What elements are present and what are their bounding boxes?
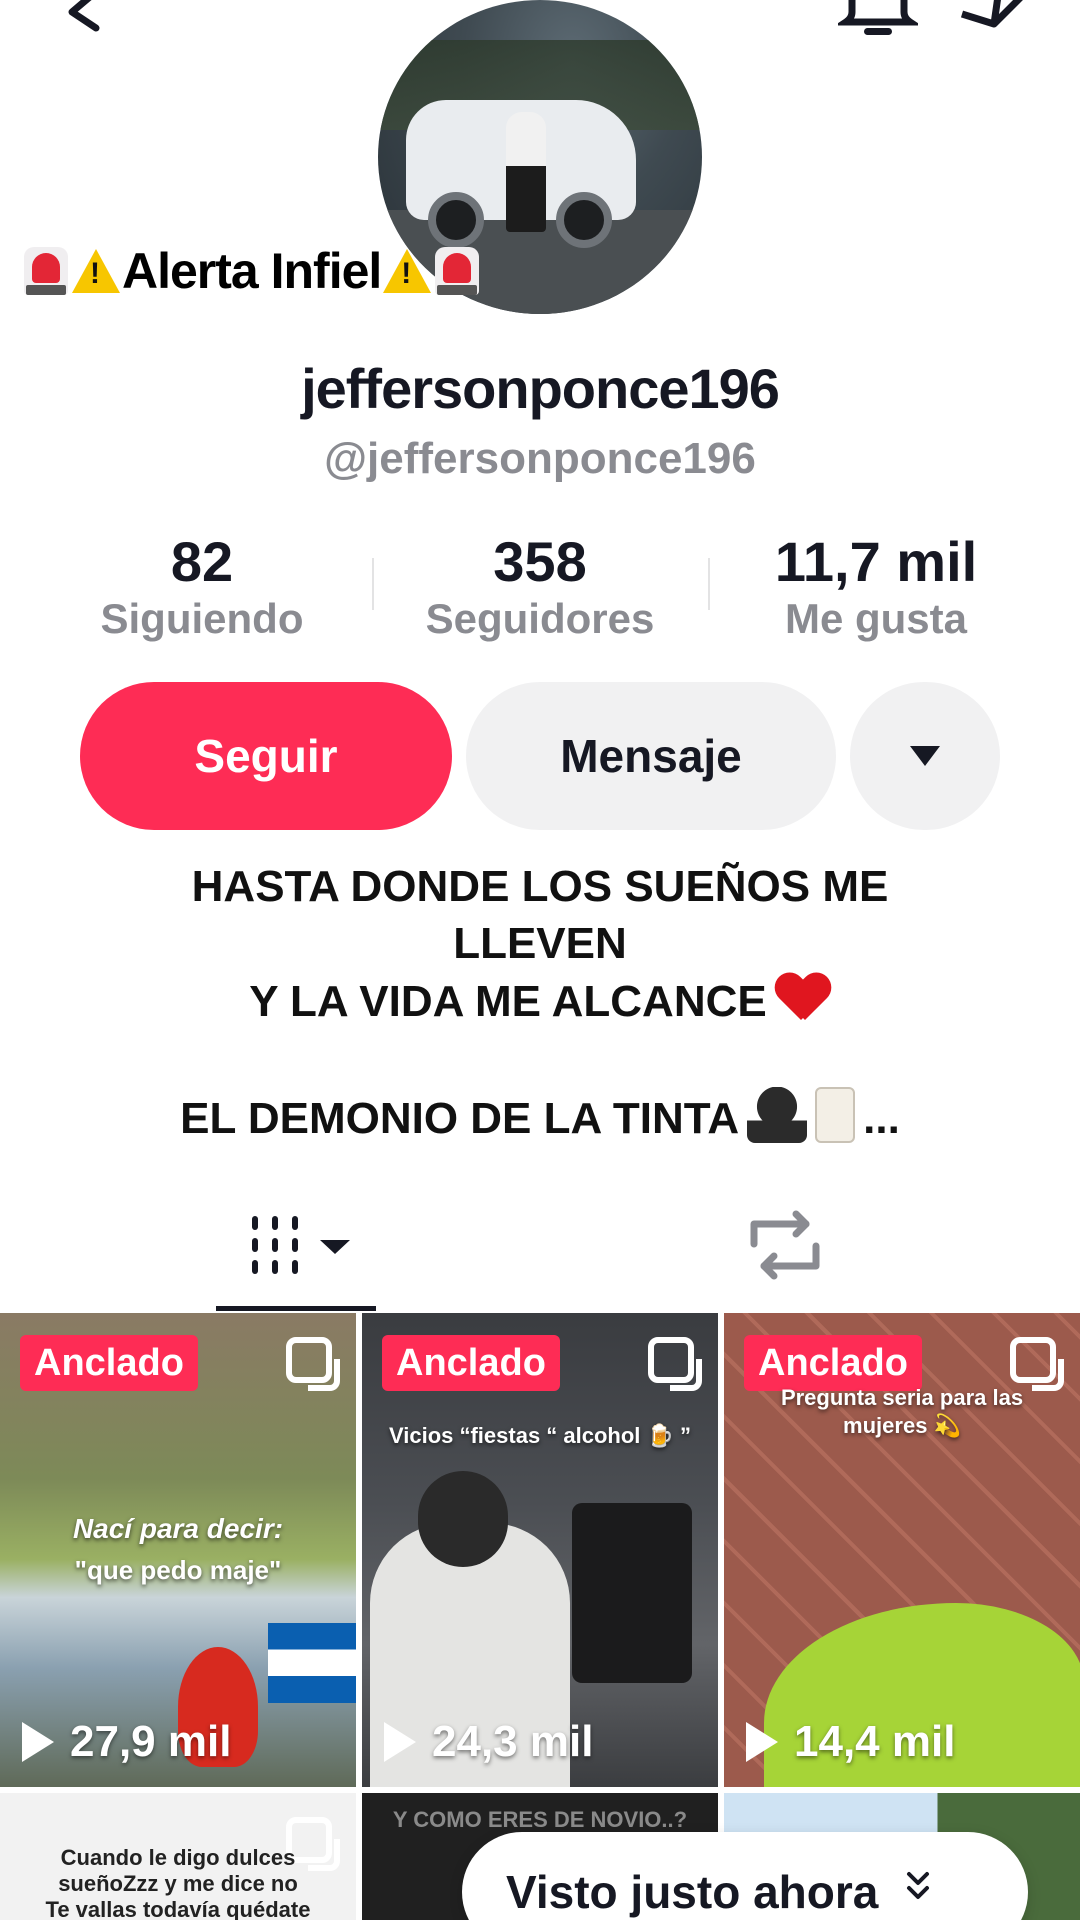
pinned-badge: Anclado <box>20 1335 198 1391</box>
tile-overlay-line: Cuando le digo dulces <box>60 1845 296 1870</box>
warning-icon <box>72 249 120 293</box>
ninja-icon <box>747 1087 808 1143</box>
tile-overlay-text: Pregunta seria para las <box>780 1385 1024 1410</box>
pinned-badge: Anclado <box>744 1335 922 1391</box>
stat-label: Seguidores <box>425 595 655 642</box>
view-count: 24,3 mil <box>384 1717 593 1767</box>
tile-head <box>418 1471 508 1567</box>
seen-just-now-pill[interactable]: Visto justo ahora <box>462 1832 1028 1920</box>
tile-overlay-text: Nací para decir: <box>72 1513 284 1544</box>
bio-text-secondary[interactable]: EL DEMONIO DE LA TINTA... <box>60 1087 1020 1147</box>
joker-card-icon <box>815 1087 856 1143</box>
heart-icon <box>775 972 831 1024</box>
tile-overlay-text: Y COMO ERES DE NOVIO..? <box>392 1807 688 1832</box>
bell-icon[interactable] <box>838 0 918 40</box>
profile-display-name: jeffersonponce196 <box>301 357 780 420</box>
view-count-value: 27,9 mil <box>70 1717 232 1766</box>
video-tile[interactable]: Anclado Vicios “fiestas “ alcohol 🍺 ” 24… <box>362 1313 718 1787</box>
bio-line: LLEVEN <box>453 919 627 968</box>
tile-overlay-text: "que pedo maje" <box>74 1555 282 1585</box>
tile-overlay-text: Cuando le digo dulces sueñoZzz y me dice… <box>10 1845 346 1920</box>
bio-text: HASTA DONDE LOS SUEÑOS ME LLEVEN Y LA VI… <box>60 858 1020 1030</box>
more-options-button[interactable] <box>850 682 1000 830</box>
avatar-wheel <box>556 192 612 248</box>
stat-label: Me gusta <box>784 595 968 642</box>
active-tab-indicator <box>216 1306 376 1311</box>
siren-icon <box>435 247 480 295</box>
tile-clothes <box>572 1503 692 1683</box>
bio-more-ellipsis[interactable]: ... <box>863 1094 900 1143</box>
multi-photo-icon <box>1010 1337 1064 1391</box>
bio-line-text: Y LA VIDA ME ALCANCE <box>249 977 767 1026</box>
stat-following[interactable]: 82 Siguiendo <box>52 530 352 644</box>
overlay-caption-text: Alerta Infiel <box>122 243 382 299</box>
message-button[interactable]: Mensaje <box>466 682 836 830</box>
view-count-value: 14,4 mil <box>794 1717 956 1766</box>
tile-overlay-text: Vicios “fiestas “ alcohol 🍺 ” <box>388 1423 692 1448</box>
tile-flag <box>268 1623 356 1703</box>
play-icon <box>746 1722 778 1762</box>
stat-value: 11,7 mil <box>774 530 978 593</box>
tab-videos-grid[interactable] <box>216 1210 376 1310</box>
pinned-badge: Anclado <box>382 1335 560 1391</box>
video-tile[interactable]: Cuando le digo dulces sueñoZzz y me dice… <box>0 1793 356 1920</box>
multi-photo-icon <box>648 1337 702 1391</box>
tile-overlay-line: sueñoZzz y me dice no <box>58 1871 298 1896</box>
stat-value: 82 <box>170 530 234 593</box>
profile-handle: @jeffersonponce196 <box>324 434 756 483</box>
stat-followers[interactable]: 358 Seguidores <box>390 530 690 644</box>
back-arrow-icon[interactable] <box>52 0 102 36</box>
tile-overlay-line: Te vallas todavía quédate <box>45 1897 311 1920</box>
siren-icon <box>24 247 68 295</box>
grid-icon <box>252 1216 350 1274</box>
play-icon <box>22 1722 54 1762</box>
double-chevron-down-icon <box>907 1872 930 1899</box>
stat-value: 358 <box>493 530 587 593</box>
tile-overlay-text: mujeres 💫 <box>843 1413 961 1438</box>
bio-line-text: EL DEMONIO DE LA TINTA <box>180 1094 740 1143</box>
view-count: 27,9 mil <box>22 1717 231 1767</box>
bio-line: HASTA DONDE LOS SUEÑOS ME <box>191 862 889 911</box>
stat-divider <box>708 558 710 610</box>
share-icon[interactable] <box>954 0 1036 40</box>
overlay-caption: Alerta Infiel <box>22 240 481 302</box>
stat-likes[interactable]: 11,7 mil Me gusta <box>726 530 1026 644</box>
video-tile[interactable]: Anclado Nací para decir: "que pedo maje"… <box>0 1313 356 1787</box>
play-icon <box>384 1722 416 1762</box>
view-count: 14,4 mil <box>746 1717 955 1767</box>
follow-button[interactable]: Seguir <box>80 682 452 830</box>
multi-photo-icon <box>286 1337 340 1391</box>
stat-label: Siguiendo <box>100 595 304 642</box>
view-count-value: 24,3 mil <box>432 1717 594 1766</box>
avatar-person <box>506 112 546 232</box>
repost-icon <box>750 1210 820 1280</box>
stat-divider <box>372 558 374 610</box>
video-tile[interactable]: Anclado Pregunta seria para las mujeres … <box>724 1313 1080 1787</box>
warning-icon <box>383 249 432 293</box>
bio-line: Y LA VIDA ME ALCANCE <box>60 972 1020 1030</box>
caret-down-icon <box>910 746 940 766</box>
tab-reposts[interactable] <box>740 1210 830 1280</box>
seen-pill-label: Visto justo ahora <box>506 1866 879 1918</box>
